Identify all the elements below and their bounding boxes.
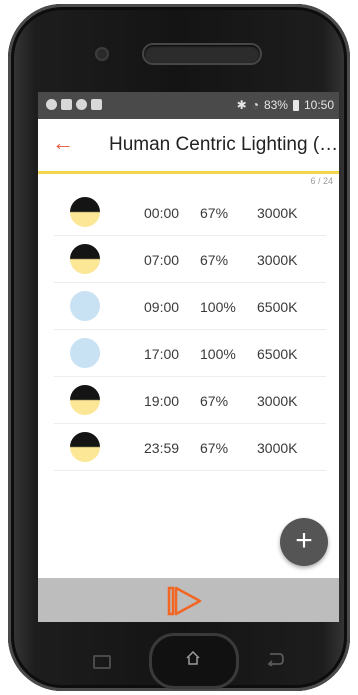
front-camera [97,49,107,59]
image-icon [91,99,102,110]
bottom-bar [38,578,339,622]
home-icon [186,651,200,665]
row-temperature: 6500K [257,299,298,315]
row-time: 19:00 [144,393,180,409]
row-temperature: 3000K [257,393,298,409]
page-title: Human Centric Lighting (… [109,134,339,155]
app-screen: ✱ ◔ 83% 10:50 ← Human Centric Lighting (… [38,92,339,622]
row-level: 100% [200,346,236,362]
row-level: 67% [200,393,229,409]
recent-apps-icon[interactable] [93,655,111,669]
schedule-row[interactable]: 19:00 67% 3000K [54,377,326,424]
row-time: 17:00 [144,346,180,362]
notification-icons [46,99,102,110]
half-moon-icon [70,197,100,227]
status-clock: 10:50 [303,98,334,112]
daylight-icon [70,338,100,368]
battery-percent: 83% [263,98,288,112]
row-temperature: 3000K [257,205,298,221]
row-level: 67% [200,440,229,456]
row-temperature: 6500K [257,346,298,362]
battery-icon [292,99,299,111]
schedule-row[interactable]: 00:00 67% 3000K [54,189,326,236]
daylight-icon [70,291,100,321]
schedule-row[interactable]: 17:00 100% 6500K [54,330,326,377]
row-level: 67% [200,252,229,268]
row-time: 00:00 [144,205,180,221]
row-time: 09:00 [144,299,180,315]
wifi-icon: ◔ [251,98,259,112]
phone-frame: ✱ ◔ 83% 10:50 ← Human Centric Lighting (… [8,4,350,691]
system-icons: ✱ ◔ 83% 10:50 [237,98,334,112]
schedule-row[interactable]: 23:59 67% 3000K [54,424,326,471]
row-time: 07:00 [144,252,180,268]
bluetooth-icon: ✱ [236,98,247,112]
row-temperature: 3000K [257,252,298,268]
schedule-row[interactable]: 09:00 100% 6500K [54,283,326,330]
row-level: 67% [200,205,229,221]
notification-icon [76,99,87,110]
notification-icon [61,99,72,110]
row-temperature: 3000K [257,440,298,456]
notification-icon [46,99,57,110]
app-bar: ← Human Centric Lighting (… [38,119,339,174]
back-nav-icon[interactable] [266,652,284,666]
add-entry-button[interactable]: + [280,518,328,566]
schedule-list: 00:00 67% 3000K 07:00 67% 3000K 09:00 10… [54,189,326,471]
play-icon[interactable] [166,585,206,617]
row-time: 23:59 [144,440,180,456]
half-moon-icon [70,244,100,274]
schedule-row[interactable]: 07:00 67% 3000K [54,236,326,283]
half-moon-icon [70,432,100,462]
page-counter: 6 / 24 [310,176,333,186]
row-level: 100% [200,299,236,315]
earpiece-speaker [144,45,260,63]
home-button[interactable] [149,633,239,689]
status-bar: ✱ ◔ 83% 10:50 [38,92,339,119]
back-arrow-icon[interactable]: ← [52,131,74,155]
half-moon-icon [70,385,100,415]
